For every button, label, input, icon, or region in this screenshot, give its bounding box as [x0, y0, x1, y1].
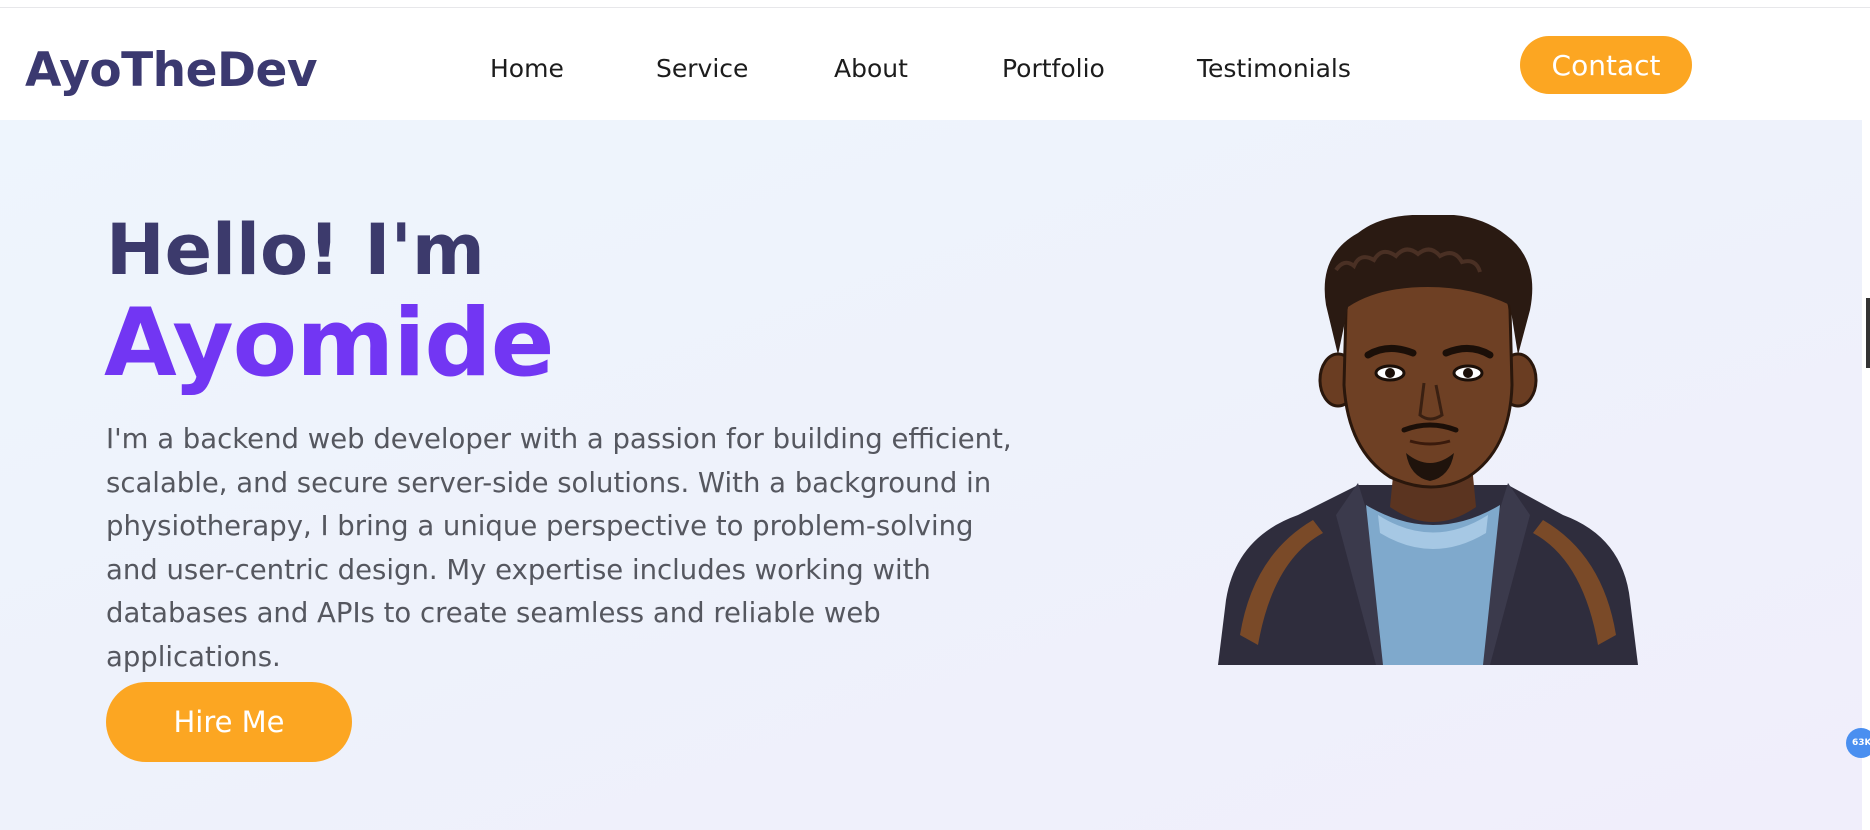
hero-bio: I'm a backend web developer with a passi… — [106, 423, 1012, 673]
contact-button[interactable]: Contact — [1520, 36, 1692, 94]
right-pupil — [1463, 368, 1473, 378]
nav-link-home[interactable]: Home — [490, 53, 564, 86]
nav-link-testimonials[interactable]: Testimonials — [1197, 53, 1351, 86]
nav-link-about[interactable]: About — [834, 53, 908, 86]
scroll-edge-indicator — [1866, 298, 1870, 368]
left-pupil — [1385, 368, 1395, 378]
nav-link-portfolio[interactable]: Portfolio — [1002, 53, 1105, 86]
site-header: AyoTheDev Home Service About Portfolio T… — [0, 8, 1862, 120]
hero-name: Ayomide — [104, 289, 554, 398]
hero-greeting: Hello! I'm — [106, 209, 485, 291]
face-shape — [1342, 268, 1514, 489]
hero-section: Hello! I'm Ayomide I'm a backend web dev… — [0, 120, 1862, 830]
nav-link-service[interactable]: Service — [656, 53, 748, 86]
floating-widget-badge[interactable]: 63K — [1846, 728, 1870, 758]
hire-me-button[interactable]: Hire Me — [106, 682, 352, 762]
site-logo[interactable]: AyoTheDev — [25, 45, 318, 97]
developer-avatar-illustration — [1218, 215, 1638, 665]
